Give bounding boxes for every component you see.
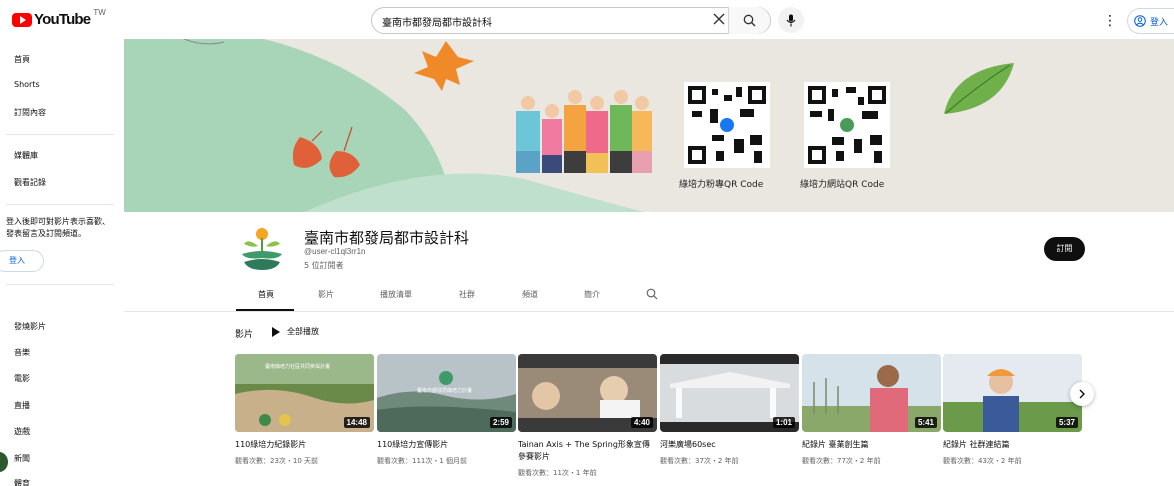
top-bar: YouTube TW ⋮ 登入: [0, 0, 1174, 40]
tab-community[interactable]: 社群: [459, 289, 475, 300]
video-card[interactable]: 5:37 紀錄片 社群連結篇 觀看次數：43次・2 年前: [943, 354, 1082, 466]
video-meta: 觀看次數：77次・2 年前: [802, 457, 881, 465]
clear-search-button[interactable]: [708, 10, 730, 32]
video-card[interactable]: 臺南綠培力社區共同參與計畫 14:48 110綠培力紀錄影片 觀看次數：23次・…: [235, 354, 374, 466]
sidebar-item-movies[interactable]: 電影: [14, 373, 30, 384]
video-card[interactable]: 1:01 河樂廣場60sec 觀看次數：37次・2 年前: [660, 354, 799, 466]
chevron-right-icon: [1079, 389, 1085, 399]
sidebar-divider: [6, 204, 114, 205]
video-meta: 觀看次數：43次・2 年前: [943, 457, 1022, 465]
video-title[interactable]: 紀錄片 社群連結篇: [943, 439, 1082, 451]
youtube-play-icon: [12, 13, 32, 27]
search-icon: [646, 288, 658, 300]
avatar: [0, 452, 8, 472]
qr-code-left: [684, 82, 770, 168]
video-title[interactable]: 河樂廣場60sec: [660, 439, 799, 451]
video-title[interactable]: Tainan Axis + The Spring形象宣傳參賽影片: [518, 439, 657, 463]
banner-art: [124, 39, 1014, 212]
tab-videos[interactable]: 影片: [318, 289, 334, 300]
more-vert-icon: ⋮: [1103, 12, 1117, 28]
subscriber-count: 5 位訂閱者: [304, 261, 344, 270]
sidebar-item-shorts[interactable]: Shorts: [14, 80, 40, 89]
qr-right-caption: 綠培力網站QR Code: [800, 180, 885, 190]
video-card[interactable]: 臺南市都發局綠培力計畫 2:59 110綠培力宣傳影片 觀看次數：111次・1 …: [377, 354, 516, 466]
video-meta: 觀看次數：111次・1 個月前: [377, 457, 468, 465]
voice-search-button[interactable]: [778, 7, 804, 33]
tabs-divider: [124, 311, 1174, 312]
sidebar-item-library[interactable]: 媒體庫: [14, 150, 38, 161]
thumbnail-caption: 臺南綠培力社區共同參與計畫: [265, 364, 331, 370]
video-thumbnail[interactable]: 臺南市都發局綠培力計畫 2:59: [377, 354, 516, 432]
video-duration: 5:37: [1055, 417, 1078, 428]
section-title[interactable]: 影片: [235, 327, 253, 340]
video-thumbnail[interactable]: 5:41: [802, 354, 941, 432]
thumbnail-caption: 臺南市都發局綠培力計畫: [417, 388, 473, 394]
sidebar: 首頁 Shorts 訂閱內容 媒體庫 觀看記錄 登入後即可對影片表示喜歡、發表留…: [0, 40, 124, 486]
next-videos-button[interactable]: [1070, 382, 1094, 406]
sidebar-item-live[interactable]: 直播: [14, 400, 30, 411]
people-illustration: [516, 90, 652, 173]
video-thumbnail[interactable]: 4:40: [518, 354, 657, 432]
maple-leaf-icon: [414, 41, 474, 91]
sidebar-item-music[interactable]: 音樂: [14, 347, 30, 358]
tab-home[interactable]: 首頁: [258, 289, 274, 300]
leaf-icon: [944, 63, 1014, 114]
microphone-icon: [786, 14, 796, 26]
account-icon: [1134, 15, 1146, 27]
subscribe-button[interactable]: 訂閱: [1044, 237, 1085, 261]
play-all-button[interactable]: 全部播放: [272, 326, 319, 337]
sidebar-item-subscriptions[interactable]: 訂閱內容: [14, 107, 46, 118]
sidebar-item-gaming[interactable]: 遊戲: [14, 426, 30, 437]
search-icon: [743, 14, 756, 27]
youtube-logo[interactable]: YouTube TW: [12, 8, 106, 28]
qr-code-right: [804, 82, 890, 168]
channel-logo-icon: [242, 228, 282, 270]
video-duration: 4:40: [630, 417, 653, 428]
sidebar-item-sports[interactable]: 體育: [14, 478, 30, 486]
video-duration: 14:48: [343, 417, 370, 428]
play-icon: [272, 326, 280, 337]
video-thumbnail[interactable]: 5:37: [943, 354, 1082, 432]
qr-left-caption: 綠培力粉專QR Code: [679, 180, 764, 190]
tab-playlists[interactable]: 播放清單: [380, 289, 412, 300]
settings-menu-button[interactable]: ⋮: [1103, 11, 1117, 29]
sidebar-item-trending[interactable]: 發燒影片: [14, 321, 46, 332]
logo-region: TW: [93, 8, 106, 17]
sidebar-item-news[interactable]: 新聞: [14, 453, 30, 464]
tab-channels[interactable]: 頻道: [522, 289, 538, 300]
sidebar-item-history[interactable]: 觀看記錄: [14, 177, 46, 188]
video-title[interactable]: 110綠培力宣傳影片: [377, 439, 516, 451]
video-meta: 觀看次數：37次・2 年前: [660, 457, 739, 465]
signin-label: 登入: [1150, 17, 1169, 28]
channel-avatar[interactable]: [238, 224, 284, 276]
video-thumbnail[interactable]: 臺南綠培力社區共同參與計畫 14:48: [235, 354, 374, 432]
play-all-label: 全部播放: [287, 327, 319, 336]
signin-prompt: 登入後即可對影片表示喜歡、發表留言及訂閱頻道。: [6, 217, 110, 238]
channel-banner: 綠培力粉專QR Code 綠培力網站QR Code: [124, 39, 1174, 212]
signin-button[interactable]: 登入: [1127, 8, 1174, 34]
channel-handle: @user-cl1ql3rr1n: [304, 247, 366, 256]
tab-about[interactable]: 簡介: [584, 289, 600, 300]
sidebar-item-home[interactable]: 首頁: [14, 54, 30, 65]
video-duration: 1:01: [772, 417, 795, 428]
video-meta: 觀看次數：23次・10 天前: [235, 457, 319, 465]
channel-search-button[interactable]: [646, 287, 658, 305]
search-input[interactable]: [382, 13, 702, 29]
logo-text: YouTube: [34, 11, 91, 28]
video-card[interactable]: 5:41 紀錄片 臺業創生篇 觀看次數：77次・2 年前: [802, 354, 941, 466]
video-duration: 2:59: [489, 417, 512, 428]
channel-name: 臺南市都發局都市設計科: [304, 229, 470, 247]
video-meta: 觀看次數：11次・1 年前: [518, 469, 597, 477]
video-title[interactable]: 110綠培力紀錄影片: [235, 439, 374, 451]
search-box: [371, 7, 771, 34]
sidebar-divider: [6, 134, 114, 135]
video-duration: 5:41: [914, 417, 937, 428]
sidebar-signin-button[interactable]: 登入: [0, 250, 44, 272]
video-thumbnail[interactable]: 1:01: [660, 354, 799, 432]
search-button[interactable]: [728, 7, 770, 34]
video-card[interactable]: 4:40 Tainan Axis + The Spring形象宣傳參賽影片 觀看…: [518, 354, 657, 478]
sidebar-divider: [6, 284, 114, 285]
close-icon: [713, 13, 725, 25]
video-title[interactable]: 紀錄片 臺業創生篇: [802, 439, 941, 451]
